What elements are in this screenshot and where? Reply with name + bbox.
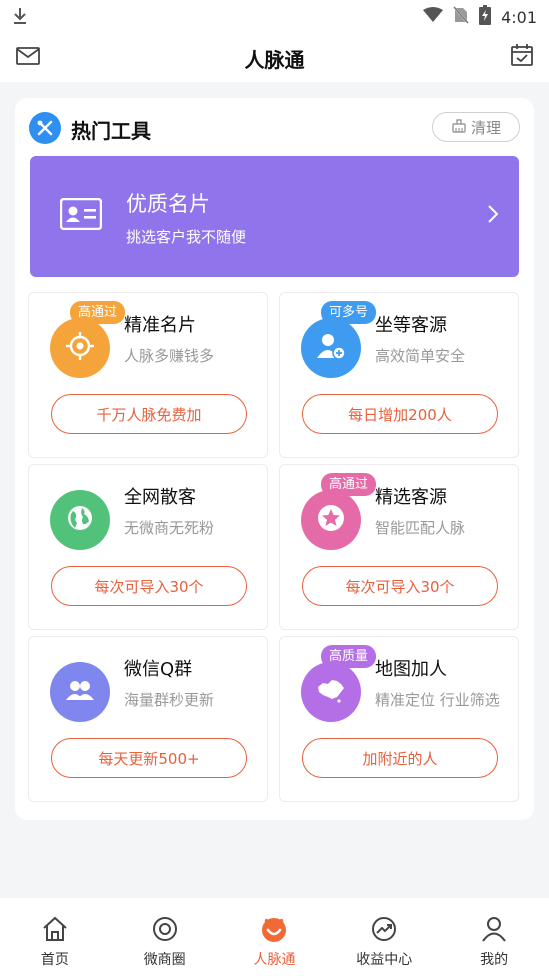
tab-label: 首页 [40,952,69,968]
tool-subtitle: 智能匹配人脉 [375,519,466,537]
tool-tile-selected-clients[interactable]: 高通过 精选客源 智能匹配人脉 每次可导入30个 [279,464,519,630]
group-icon [64,675,96,709]
hot-tools-card: 热门工具 清理 优质名片 挑选客户我不随便 高通过 精准名片 人脉多赚钱多 千万… [15,98,534,820]
tool-title: 精准名片 [124,315,196,336]
globe-icon [65,503,95,537]
banner-title: 优质名片 [126,192,210,216]
tool-subtitle: 精准定位 行业筛选 [375,691,500,709]
tools-icon [29,112,61,144]
bottom-tab-bar: 首页 微商圈 人脉通 收益中心 我的 [0,898,549,976]
section-title: 热门工具 [71,119,151,143]
tool-badge: 高通过 [321,473,377,496]
tool-action-button[interactable]: 每次可导入30个 [302,566,498,606]
tab-label: 我的 [480,952,509,968]
wifi-icon [423,7,444,27]
tool-action-button[interactable]: 每天更新500+ [51,738,247,778]
chevron-right-icon [487,204,499,228]
tool-icon-circle [301,318,361,378]
id-card-icon [59,197,103,234]
tab-contacts[interactable]: 人脉通 [220,898,330,976]
circle-icon [152,916,178,946]
app-bar: 人脉通 [0,32,549,82]
add-user-icon [316,331,346,365]
tool-title: 精选客源 [375,487,447,508]
tool-badge: 高质量 [321,645,377,668]
clean-label: 清理 [470,118,501,137]
tool-subtitle: 无微商无死粉 [124,519,215,537]
tool-action-button[interactable]: 每日增加200人 [302,394,498,434]
premium-card-banner[interactable]: 优质名片 挑选客户我不随便 [30,156,519,277]
tab-label: 微商圈 [143,952,186,968]
person-icon [481,916,507,946]
tool-title: 坐等客源 [375,315,447,336]
tool-title: 微信Q群 [124,659,193,680]
tool-action-button[interactable]: 千万人脉免费加 [51,394,247,434]
tool-action-button[interactable]: 加附近的人 [302,738,498,778]
tool-badge: 可多号 [321,301,377,324]
banner-subtitle: 挑选客户我不随便 [126,228,247,246]
tool-subtitle: 高效简单安全 [375,347,466,365]
target-icon [65,331,95,365]
battery-icon [479,5,492,29]
status-bar: 4:01 [0,0,549,32]
tool-tile-network-customers[interactable]: 全网散客 无微商无死粉 每次可导入30个 [28,464,268,630]
tool-icon-circle [50,490,110,550]
tool-subtitle: 海量群秒更新 [124,691,215,709]
star-icon [316,503,346,537]
tab-earnings[interactable]: 收益中心 [329,898,439,976]
tool-subtitle: 人脉多赚钱多 [124,347,215,365]
broom-icon [451,117,467,137]
download-icon [12,6,28,30]
tool-icon-circle [50,318,110,378]
tool-badge: 高通过 [70,301,126,324]
map-icon [315,675,347,709]
tab-label: 人脉通 [253,952,296,968]
clean-button[interactable]: 清理 [432,112,520,142]
tool-title: 地图加人 [375,659,447,680]
clock: 4:01 [501,7,537,27]
tool-action-button[interactable]: 每次可导入30个 [51,566,247,606]
trend-icon [371,916,397,946]
no-signal-icon [452,5,470,28]
tool-tile-map-add[interactable]: 高质量 地图加人 精准定位 行业筛选 加附近的人 [279,636,519,802]
tool-tile-waiting-clients[interactable]: 可多号 坐等客源 高效简单安全 每日增加200人 [279,292,519,458]
tab-mine[interactable]: 我的 [439,898,549,976]
tool-tile-wechat-qq-groups[interactable]: 微信Q群 海量群秒更新 每天更新500+ [28,636,268,802]
tool-icon-circle [50,662,110,722]
tool-icon-circle [301,490,361,550]
section-header: 热门工具 清理 [29,112,520,144]
page-title: 人脉通 [244,48,305,72]
tool-tile-precise-card[interactable]: 高通过 精准名片 人脉多赚钱多 千万人脉免费加 [28,292,268,458]
smile-icon [260,916,288,948]
calendar-check-icon[interactable] [511,44,533,70]
home-icon [42,916,68,946]
tool-icon-circle [301,662,361,722]
tab-label: 收益中心 [356,952,413,968]
tab-home[interactable]: 首页 [0,898,110,976]
tool-title: 全网散客 [124,487,196,508]
tab-business-circle[interactable]: 微商圈 [110,898,220,976]
